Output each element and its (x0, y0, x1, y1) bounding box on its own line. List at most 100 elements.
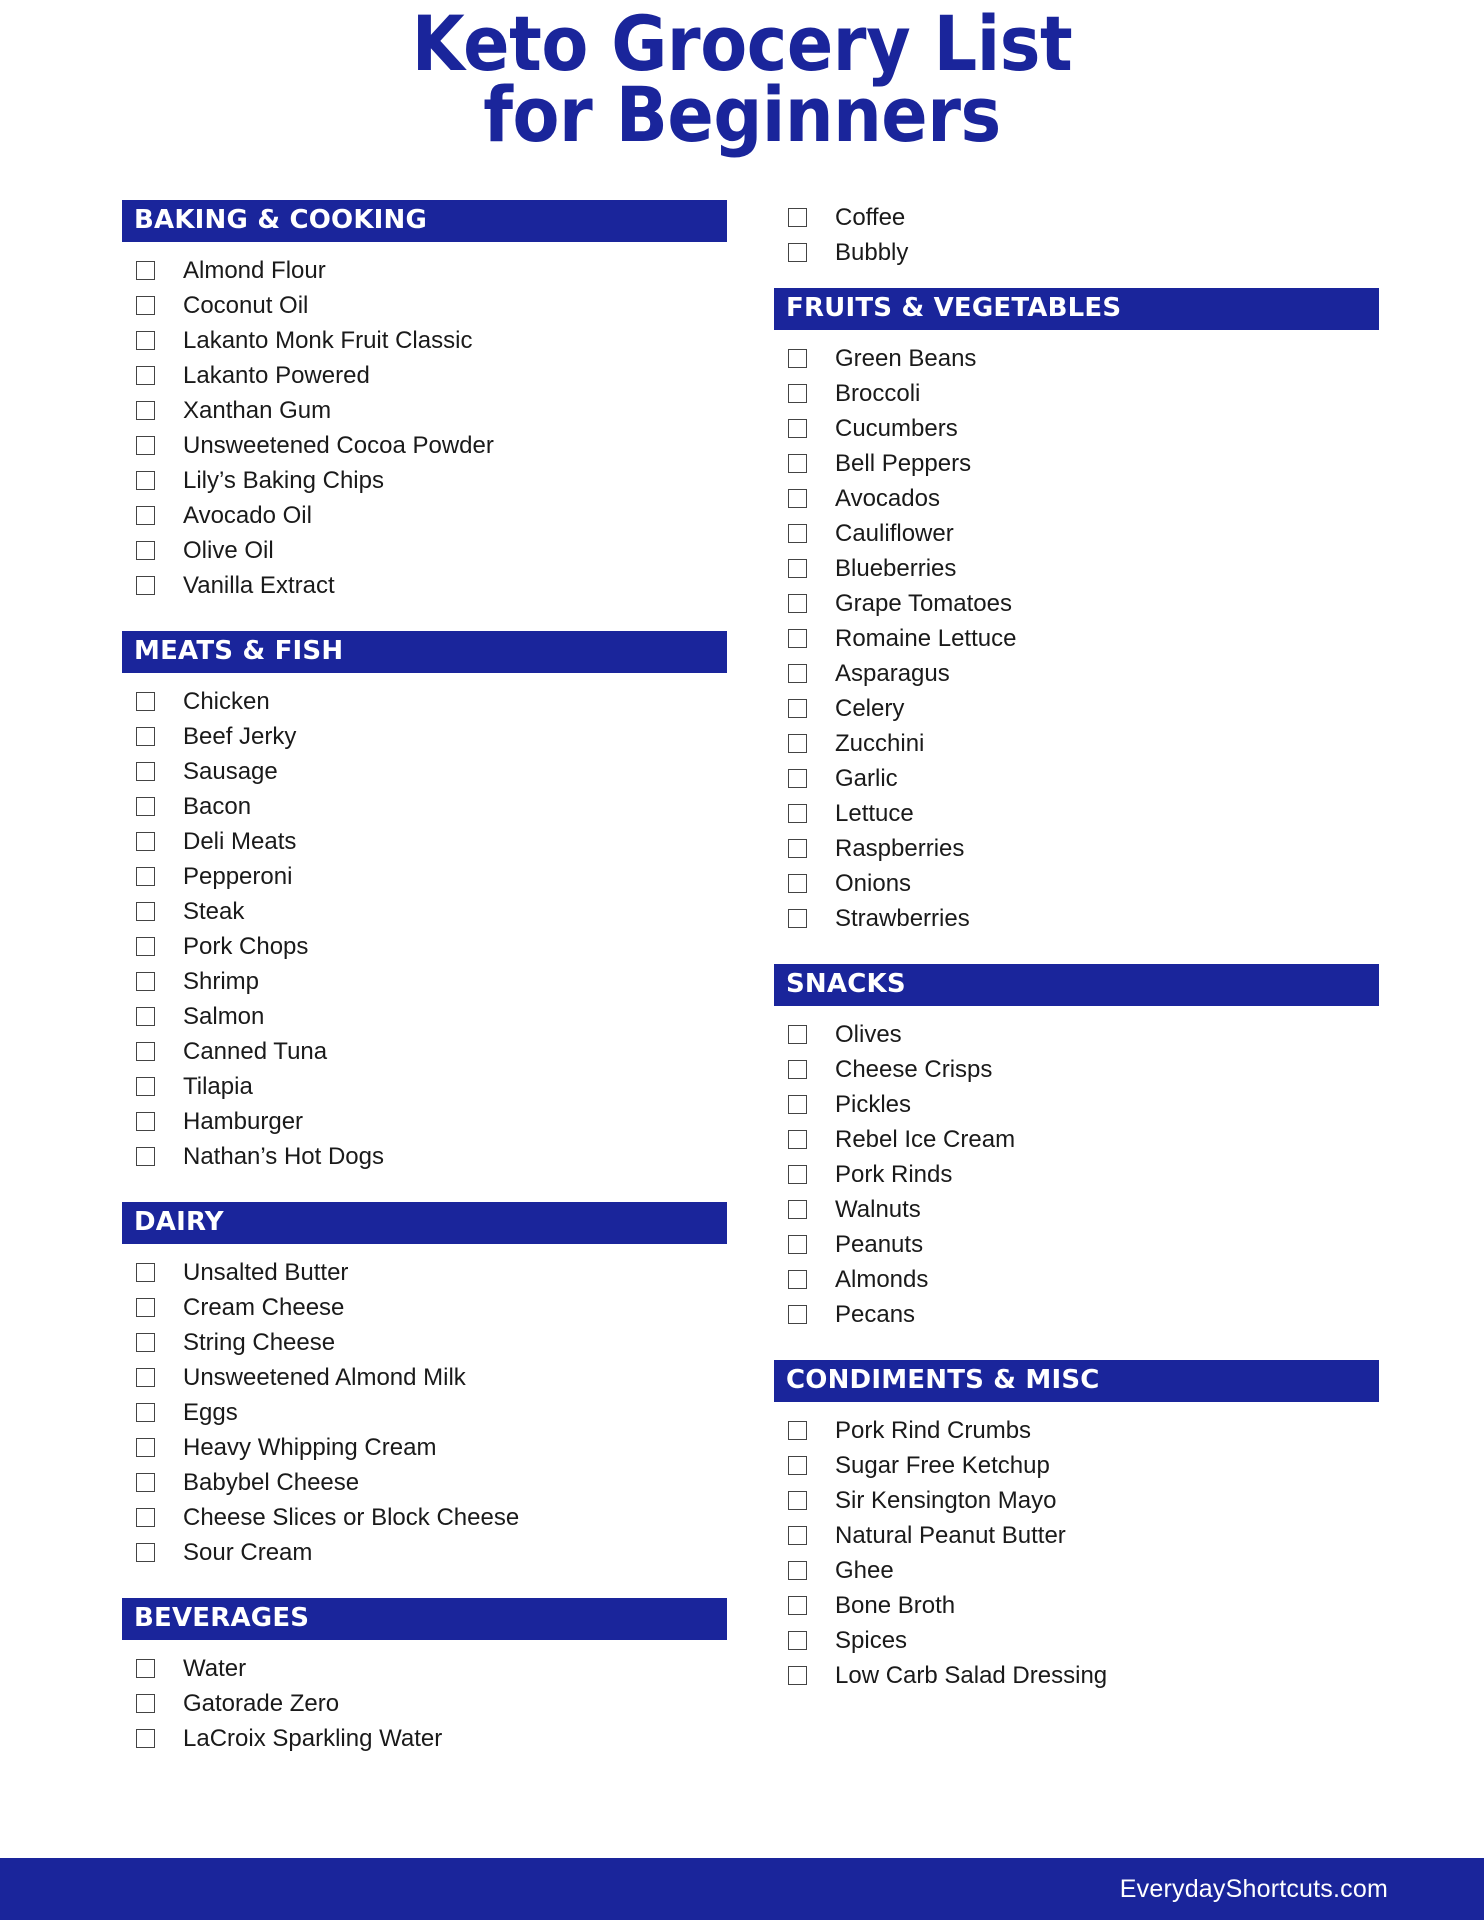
checkbox-icon[interactable] (788, 524, 807, 543)
checkbox-icon[interactable] (136, 261, 155, 280)
checkbox-icon[interactable] (788, 804, 807, 823)
list-item-strawberries[interactable]: Strawberries (774, 901, 1379, 936)
list-item-sir-kensington-mayo[interactable]: Sir Kensington Mayo (774, 1483, 1379, 1518)
checkbox-icon[interactable] (788, 1025, 807, 1044)
checkbox-icon[interactable] (788, 384, 807, 403)
list-item-unsweetened-cocoa-powder[interactable]: Unsweetened Cocoa Powder (122, 428, 727, 463)
list-item-bone-broth[interactable]: Bone Broth (774, 1588, 1379, 1623)
checkbox-icon[interactable] (136, 1333, 155, 1352)
list-item-avocado-oil[interactable]: Avocado Oil (122, 498, 727, 533)
checkbox-icon[interactable] (788, 1165, 807, 1184)
list-item-peanuts[interactable]: Peanuts (774, 1227, 1379, 1262)
list-item-olive-oil[interactable]: Olive Oil (122, 533, 727, 568)
list-item-vanilla-extract[interactable]: Vanilla Extract (122, 568, 727, 603)
list-item-lily-s-baking-chips[interactable]: Lily’s Baking Chips (122, 463, 727, 498)
list-item-cauliflower[interactable]: Cauliflower (774, 516, 1379, 551)
checkbox-icon[interactable] (788, 1270, 807, 1289)
checkbox-icon[interactable] (788, 769, 807, 788)
list-item-pork-chops[interactable]: Pork Chops (122, 929, 727, 964)
list-item-zucchini[interactable]: Zucchini (774, 726, 1379, 761)
list-item-raspberries[interactable]: Raspberries (774, 831, 1379, 866)
list-item-eggs[interactable]: Eggs (122, 1395, 727, 1430)
checkbox-icon[interactable] (788, 1305, 807, 1324)
checkbox-icon[interactable] (136, 471, 155, 490)
checkbox-icon[interactable] (788, 208, 807, 227)
checkbox-icon[interactable] (788, 839, 807, 858)
list-item-lacroix-sparkling-water[interactable]: LaCroix Sparkling Water (122, 1721, 727, 1756)
checkbox-icon[interactable] (136, 1042, 155, 1061)
list-item-walnuts[interactable]: Walnuts (774, 1192, 1379, 1227)
checkbox-icon[interactable] (136, 576, 155, 595)
checkbox-icon[interactable] (136, 797, 155, 816)
checkbox-icon[interactable] (136, 401, 155, 420)
checkbox-icon[interactable] (788, 1095, 807, 1114)
list-item-cream-cheese[interactable]: Cream Cheese (122, 1290, 727, 1325)
checkbox-icon[interactable] (788, 489, 807, 508)
list-item-lettuce[interactable]: Lettuce (774, 796, 1379, 831)
list-item-blueberries[interactable]: Blueberries (774, 551, 1379, 586)
list-item-heavy-whipping-cream[interactable]: Heavy Whipping Cream (122, 1430, 727, 1465)
checkbox-icon[interactable] (136, 1112, 155, 1131)
list-item-garlic[interactable]: Garlic (774, 761, 1379, 796)
list-item-pork-rind-crumbs[interactable]: Pork Rind Crumbs (774, 1413, 1379, 1448)
list-item-avocados[interactable]: Avocados (774, 481, 1379, 516)
checkbox-icon[interactable] (788, 419, 807, 438)
list-item-grape-tomatoes[interactable]: Grape Tomatoes (774, 586, 1379, 621)
list-item-rebel-ice-cream[interactable]: Rebel Ice Cream (774, 1122, 1379, 1157)
list-item-unsalted-butter[interactable]: Unsalted Butter (122, 1255, 727, 1290)
list-item-nathan-s-hot-dogs[interactable]: Nathan’s Hot Dogs (122, 1139, 727, 1174)
checkbox-icon[interactable] (788, 734, 807, 753)
checkbox-icon[interactable] (136, 366, 155, 385)
list-item-chicken[interactable]: Chicken (122, 684, 727, 719)
checkbox-icon[interactable] (136, 1368, 155, 1387)
list-item-low-carb-salad-dressing[interactable]: Low Carb Salad Dressing (774, 1658, 1379, 1693)
list-item-beef-jerky[interactable]: Beef Jerky (122, 719, 727, 754)
list-item-cheese-slices-or-block-cheese[interactable]: Cheese Slices or Block Cheese (122, 1500, 727, 1535)
checkbox-icon[interactable] (136, 1543, 155, 1562)
list-item-celery[interactable]: Celery (774, 691, 1379, 726)
checkbox-icon[interactable] (788, 1060, 807, 1079)
checkbox-icon[interactable] (136, 937, 155, 956)
checkbox-icon[interactable] (788, 349, 807, 368)
list-item-sugar-free-ketchup[interactable]: Sugar Free Ketchup (774, 1448, 1379, 1483)
checkbox-icon[interactable] (788, 1631, 807, 1650)
list-item-almond-flour[interactable]: Almond Flour (122, 253, 727, 288)
checkbox-icon[interactable] (788, 594, 807, 613)
list-item-sausage[interactable]: Sausage (122, 754, 727, 789)
list-item-lakanto-powered[interactable]: Lakanto Powered (122, 358, 727, 393)
list-item-bell-peppers[interactable]: Bell Peppers (774, 446, 1379, 481)
checkbox-icon[interactable] (788, 243, 807, 262)
list-item-salmon[interactable]: Salmon (122, 999, 727, 1034)
list-item-cheese-crisps[interactable]: Cheese Crisps (774, 1052, 1379, 1087)
checkbox-icon[interactable] (136, 902, 155, 921)
checkbox-icon[interactable] (136, 1508, 155, 1527)
list-item-tilapia[interactable]: Tilapia (122, 1069, 727, 1104)
list-item-xanthan-gum[interactable]: Xanthan Gum (122, 393, 727, 428)
checkbox-icon[interactable] (136, 867, 155, 886)
checkbox-icon[interactable] (788, 909, 807, 928)
list-item-almonds[interactable]: Almonds (774, 1262, 1379, 1297)
checkbox-icon[interactable] (136, 1473, 155, 1492)
list-item-babybel-cheese[interactable]: Babybel Cheese (122, 1465, 727, 1500)
checkbox-icon[interactable] (136, 1077, 155, 1096)
checkbox-icon[interactable] (136, 762, 155, 781)
checkbox-icon[interactable] (136, 1263, 155, 1282)
checkbox-icon[interactable] (136, 832, 155, 851)
checkbox-icon[interactable] (136, 972, 155, 991)
checkbox-icon[interactable] (788, 629, 807, 648)
checkbox-icon[interactable] (136, 296, 155, 315)
checkbox-icon[interactable] (788, 1421, 807, 1440)
checkbox-icon[interactable] (788, 1596, 807, 1615)
list-item-asparagus[interactable]: Asparagus (774, 656, 1379, 691)
list-item-romaine-lettuce[interactable]: Romaine Lettuce (774, 621, 1379, 656)
checkbox-icon[interactable] (136, 1659, 155, 1678)
checkbox-icon[interactable] (788, 1491, 807, 1510)
checkbox-icon[interactable] (136, 1403, 155, 1422)
list-item-shrimp[interactable]: Shrimp (122, 964, 727, 999)
list-item-ghee[interactable]: Ghee (774, 1553, 1379, 1588)
list-item-string-cheese[interactable]: String Cheese (122, 1325, 727, 1360)
checkbox-icon[interactable] (788, 1130, 807, 1149)
list-item-deli-meats[interactable]: Deli Meats (122, 824, 727, 859)
checkbox-icon[interactable] (788, 1456, 807, 1475)
list-item-sour-cream[interactable]: Sour Cream (122, 1535, 727, 1570)
